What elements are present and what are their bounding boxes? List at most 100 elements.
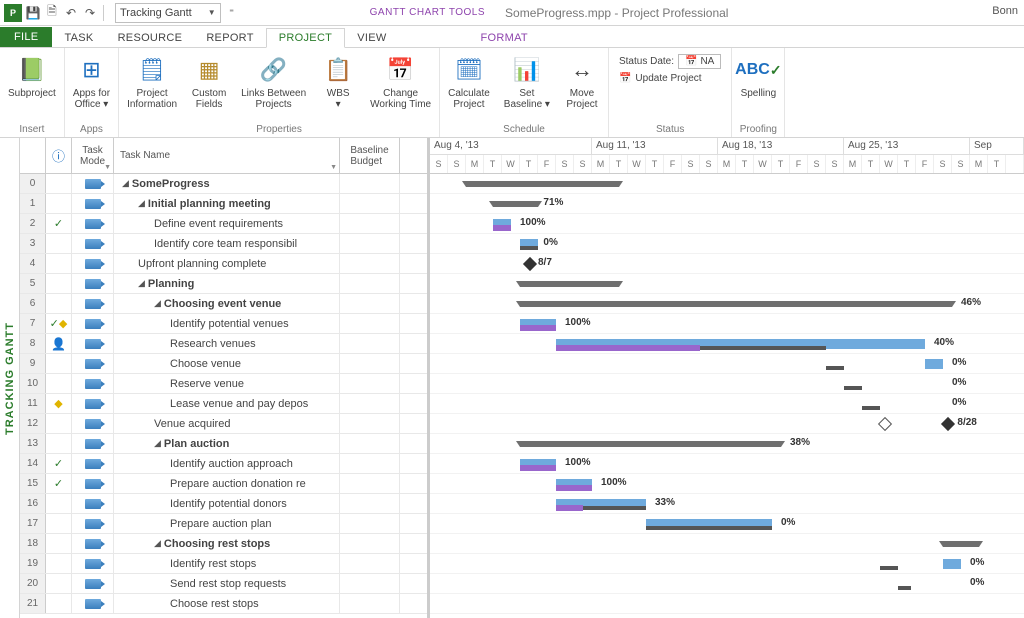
gantt-bar[interactable] [520, 441, 781, 447]
task-name-cell[interactable]: Identify rest stops [114, 554, 340, 573]
baseline-cell[interactable] [340, 274, 400, 293]
project-information-button[interactable]: 🗒 Project Information [125, 52, 179, 112]
baseline-cell[interactable] [340, 234, 400, 253]
task-name-cell[interactable]: Define event requirements [114, 214, 340, 233]
gantt-bar[interactable] [862, 406, 880, 410]
task-mode-cell[interactable] [72, 174, 114, 193]
set-baseline-button[interactable]: 📊 Set Baseline ▾ [502, 52, 552, 112]
table-row[interactable]: 12 Venue acquired [20, 414, 427, 434]
table-row[interactable]: 19 Identify rest stops [20, 554, 427, 574]
table-row[interactable]: 15✓Prepare auction donation re [20, 474, 427, 494]
task-name-cell[interactable]: Reserve venue [114, 374, 340, 393]
gantt-bar[interactable] [520, 325, 556, 331]
save-as-icon[interactable]: 🗎 [44, 5, 60, 21]
tab-project[interactable]: PROJECT [266, 28, 345, 48]
row-number[interactable]: 6 [20, 294, 46, 313]
tab-file[interactable]: FILE [0, 27, 52, 47]
gantt-bar[interactable] [493, 201, 538, 207]
redo-icon[interactable]: ↷ [82, 5, 98, 21]
baseline-cell[interactable] [340, 314, 400, 333]
status-date-field[interactable]: 📅 NA [678, 54, 721, 69]
row-number[interactable]: 7 [20, 314, 46, 333]
spelling-button[interactable]: ABC✓ Spelling [738, 52, 778, 101]
table-row[interactable]: 21Choose rest stops [20, 594, 427, 614]
baseline-cell[interactable] [340, 394, 400, 413]
task-name-cell[interactable]: ◢Initial planning meeting [114, 194, 340, 213]
task-name-cell[interactable]: Identify potential donors [114, 494, 340, 513]
baseline-cell[interactable] [340, 474, 400, 493]
col-task-name[interactable]: Task Name▼ [114, 138, 340, 173]
row-number[interactable]: 4 [20, 254, 46, 273]
milestone-marker[interactable] [878, 417, 892, 431]
task-mode-cell[interactable] [72, 434, 114, 453]
change-working-time-button[interactable]: 📅 Change Working Time [368, 52, 433, 112]
apps-for-office-button[interactable]: ⊞ Apps for Office ▾ [71, 52, 112, 112]
task-mode-cell[interactable] [72, 254, 114, 273]
tab-task[interactable]: TASK [52, 29, 105, 47]
gantt-bar[interactable] [943, 559, 961, 569]
row-number[interactable]: 3 [20, 234, 46, 253]
tab-view[interactable]: VIEW [345, 29, 398, 47]
row-number[interactable]: 18 [20, 534, 46, 553]
row-number[interactable]: 14 [20, 454, 46, 473]
task-mode-cell[interactable] [72, 374, 114, 393]
baseline-cell[interactable] [340, 334, 400, 353]
task-name-cell[interactable]: Venue acquired [114, 414, 340, 433]
baseline-cell[interactable] [340, 494, 400, 513]
gantt-bar[interactable] [880, 566, 898, 570]
row-number[interactable]: 9 [20, 354, 46, 373]
undo-icon[interactable]: ↶ [63, 5, 79, 21]
task-mode-cell[interactable] [72, 214, 114, 233]
table-row[interactable]: 9 Choose venue [20, 354, 427, 374]
gantt-bar[interactable] [943, 541, 979, 547]
milestone-marker[interactable] [941, 417, 955, 431]
gantt-bar[interactable] [556, 485, 592, 491]
task-mode-cell[interactable] [72, 574, 114, 593]
task-mode-cell[interactable] [72, 274, 114, 293]
table-row[interactable]: 2✓Define event requirements [20, 214, 427, 234]
baseline-cell[interactable] [340, 414, 400, 433]
row-number[interactable]: 13 [20, 434, 46, 453]
gantt-bar[interactable] [520, 465, 556, 471]
gantt-chart[interactable]: Aug 4, '13Aug 11, '13Aug 18, '13Aug 25, … [430, 138, 1024, 618]
row-number[interactable]: 2 [20, 214, 46, 233]
row-number[interactable]: 21 [20, 594, 46, 613]
table-row[interactable]: 16Identify potential donors [20, 494, 427, 514]
baseline-cell[interactable] [340, 574, 400, 593]
tab-resource[interactable]: RESOURCE [106, 29, 195, 47]
row-number[interactable]: 12 [20, 414, 46, 433]
row-number[interactable]: 20 [20, 574, 46, 593]
gantt-bar[interactable] [493, 225, 511, 231]
links-between-projects-button[interactable]: 🔗 Links Between Projects [239, 52, 308, 112]
col-task-mode[interactable]: Task Mode▼ [72, 138, 114, 173]
gantt-bar[interactable] [520, 246, 538, 250]
calculate-project-button[interactable]: 🗓 Calculate Project [446, 52, 492, 112]
task-name-cell[interactable]: Identify potential venues [114, 314, 340, 333]
task-mode-cell[interactable] [72, 594, 114, 613]
task-name-cell[interactable]: ◢Choosing rest stops [114, 534, 340, 553]
row-number[interactable]: 15 [20, 474, 46, 493]
milestone-marker[interactable] [523, 257, 537, 271]
update-project-button[interactable]: 📅 Update Project [619, 73, 721, 84]
task-name-cell[interactable]: Choose venue [114, 354, 340, 373]
table-row[interactable]: 3 Identify core team responsibil [20, 234, 427, 254]
task-name-cell[interactable]: Identify core team responsibil [114, 234, 340, 253]
view-side-label[interactable]: TRACKING GANTT [0, 138, 20, 618]
custom-fields-button[interactable]: ▦ Custom Fields [189, 52, 229, 112]
table-row[interactable]: 13◢Plan auction [20, 434, 427, 454]
task-name-cell[interactable]: Research venues [114, 334, 340, 353]
row-number[interactable]: 19 [20, 554, 46, 573]
task-mode-cell[interactable] [72, 454, 114, 473]
baseline-cell[interactable] [340, 454, 400, 473]
table-row[interactable]: 0◢SomeProgress [20, 174, 427, 194]
task-name-cell[interactable]: ◢SomeProgress [114, 174, 340, 193]
table-row[interactable]: 10Reserve venue [20, 374, 427, 394]
table-row[interactable]: 17Prepare auction plan [20, 514, 427, 534]
row-number[interactable]: 11 [20, 394, 46, 413]
baseline-cell[interactable] [340, 374, 400, 393]
gantt-bar[interactable] [826, 366, 844, 370]
task-mode-cell[interactable] [72, 514, 114, 533]
baseline-cell[interactable] [340, 194, 400, 213]
task-mode-cell[interactable] [72, 414, 114, 433]
table-row[interactable]: 18 ◢Choosing rest stops [20, 534, 427, 554]
